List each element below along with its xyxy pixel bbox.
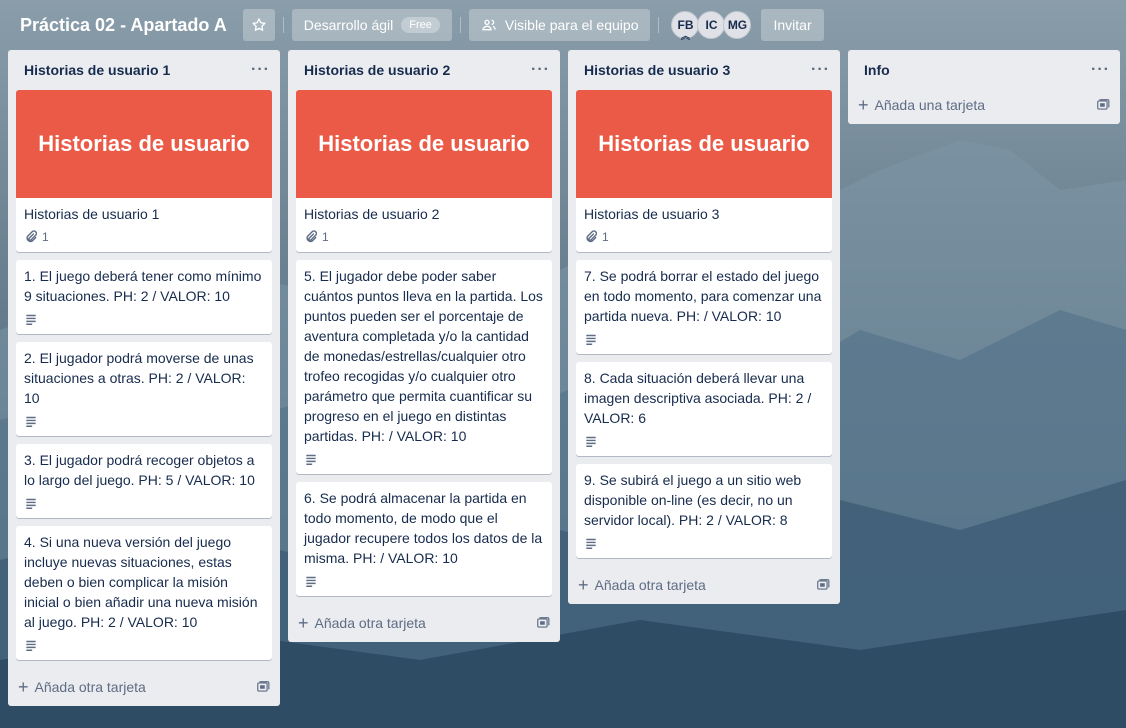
card-template-icon[interactable] (1096, 98, 1110, 112)
header-divider (459, 17, 461, 33)
card-title: Historias de usuario 3 (584, 206, 720, 222)
card-title: 5. El jugador debe poder saber cuántos p… (304, 268, 543, 444)
visibility-button[interactable]: Visible para el equipo (468, 9, 651, 41)
card[interactable]: 8. Cada situación deberá llevar una imag… (576, 362, 832, 456)
workspace-button[interactable]: Desarrollo ágil Free (291, 9, 452, 41)
list-historias-2: Historias de usuario 2 ··· Historias de … (288, 50, 560, 642)
card[interactable]: Historias de usuario Historias de usuari… (16, 90, 272, 252)
attachment-badge: 1 (584, 230, 609, 244)
card[interactable]: 6. Se podrá almacenar la partida en todo… (296, 482, 552, 596)
plan-badge: Free (401, 17, 440, 33)
attachment-badge: 1 (304, 230, 329, 244)
paperclip-icon (306, 230, 318, 243)
avatar[interactable]: FB ︽ (671, 11, 700, 41)
workspace-name: Desarrollo ágil (303, 17, 394, 33)
card[interactable]: 1. El juego deberá tener como mínimo 9 s… (16, 260, 272, 334)
member-avatars: FB ︽ IC MG (671, 11, 752, 41)
card[interactable]: 2. El jugador podrá moverse de unas situ… (16, 342, 272, 436)
description-icon (26, 498, 36, 509)
header-divider (282, 17, 284, 33)
plus-icon: + (298, 613, 309, 633)
plus-icon: + (18, 677, 29, 697)
list-historias-1: Historias de usuario 1 ··· Historias de … (8, 50, 280, 706)
card-title: 2. El jugador podrá moverse de unas situ… (24, 350, 254, 406)
description-icon (586, 436, 596, 447)
card-cover: Historias de usuario (576, 90, 832, 198)
avatar[interactable]: MG (723, 11, 752, 39)
paperclip-icon (586, 230, 598, 243)
card[interactable]: 3. El jugador podrá recoger objetos a lo… (16, 444, 272, 518)
card-template-icon[interactable] (536, 616, 550, 630)
description-icon (26, 640, 36, 651)
card-cover: Historias de usuario (296, 90, 552, 198)
list-title[interactable]: Info (864, 62, 890, 78)
plus-icon: + (578, 575, 589, 595)
star-button[interactable] (242, 9, 275, 41)
card-title: 1. El juego deberá tener como mínimo 9 s… (24, 268, 262, 304)
ellipsis-icon[interactable]: ··· (251, 61, 270, 79)
card-title: 4. Si una nueva versión del juego incluy… (24, 534, 258, 630)
attachment-badge: 1 (24, 230, 49, 244)
card-title: Historias de usuario 2 (304, 206, 440, 222)
card-title: 9. Se subirá el juego a un sitio web dis… (584, 472, 802, 528)
add-card-button[interactable]: + Añada otra tarjeta (578, 576, 706, 594)
add-card-button[interactable]: + Añada otra tarjeta (298, 614, 426, 632)
visibility-label: Visible para el equipo (504, 17, 639, 33)
description-icon (306, 576, 316, 587)
list-title[interactable]: Historias de usuario 3 (584, 62, 730, 78)
list-info: Info ··· + Añada una tarjeta (848, 50, 1120, 124)
description-icon (586, 538, 596, 549)
header-divider (658, 17, 660, 33)
card-title: 7. Se podrá borrar el estado del juego e… (584, 268, 822, 324)
card[interactable]: Historias de usuario Historias de usuari… (296, 90, 552, 252)
card[interactable]: 5. El jugador debe poder saber cuántos p… (296, 260, 552, 474)
admin-chevron-icon: ︽ (680, 31, 690, 41)
card[interactable]: 4. Si una nueva versión del juego incluy… (16, 526, 272, 660)
card-template-icon[interactable] (256, 680, 270, 694)
paperclip-icon (26, 230, 38, 243)
add-card-button[interactable]: + Añada otra tarjeta (18, 678, 146, 696)
plus-icon: + (858, 95, 869, 115)
card[interactable]: 9. Se subirá el juego a un sitio web dis… (576, 464, 832, 558)
team-visibility-icon (482, 19, 496, 31)
ellipsis-icon[interactable]: ··· (531, 61, 550, 79)
ellipsis-icon[interactable]: ··· (1091, 61, 1110, 79)
board-header: Práctica 02 - Apartado A Desarrollo ágil… (0, 0, 1126, 50)
list-title[interactable]: Historias de usuario 1 (24, 62, 170, 78)
card-title: 3. El jugador podrá recoger objetos a lo… (24, 452, 255, 488)
description-icon (26, 314, 36, 325)
card[interactable]: Historias de usuario Historias de usuari… (576, 90, 832, 252)
card-title: 8. Cada situación deberá llevar una imag… (584, 370, 812, 426)
board-title[interactable]: Práctica 02 - Apartado A (12, 9, 235, 41)
description-icon (306, 454, 316, 465)
card-cover: Historias de usuario (16, 90, 272, 198)
avatar[interactable]: IC (697, 11, 726, 39)
ellipsis-icon[interactable]: ··· (811, 61, 830, 79)
list-historias-3: Historias de usuario 3 ··· Historias de … (568, 50, 840, 604)
star-icon (252, 18, 266, 31)
card-template-icon[interactable] (816, 578, 830, 592)
card-title: 6. Se podrá almacenar la partida en todo… (304, 490, 543, 566)
invite-button[interactable]: Invitar (761, 9, 824, 41)
description-icon (586, 334, 596, 345)
description-icon (26, 416, 36, 427)
list-title[interactable]: Historias de usuario 2 (304, 62, 450, 78)
add-card-button[interactable]: + Añada una tarjeta (858, 96, 985, 114)
card-title: Historias de usuario 1 (24, 206, 160, 222)
card[interactable]: 7. Se podrá borrar el estado del juego e… (576, 260, 832, 354)
